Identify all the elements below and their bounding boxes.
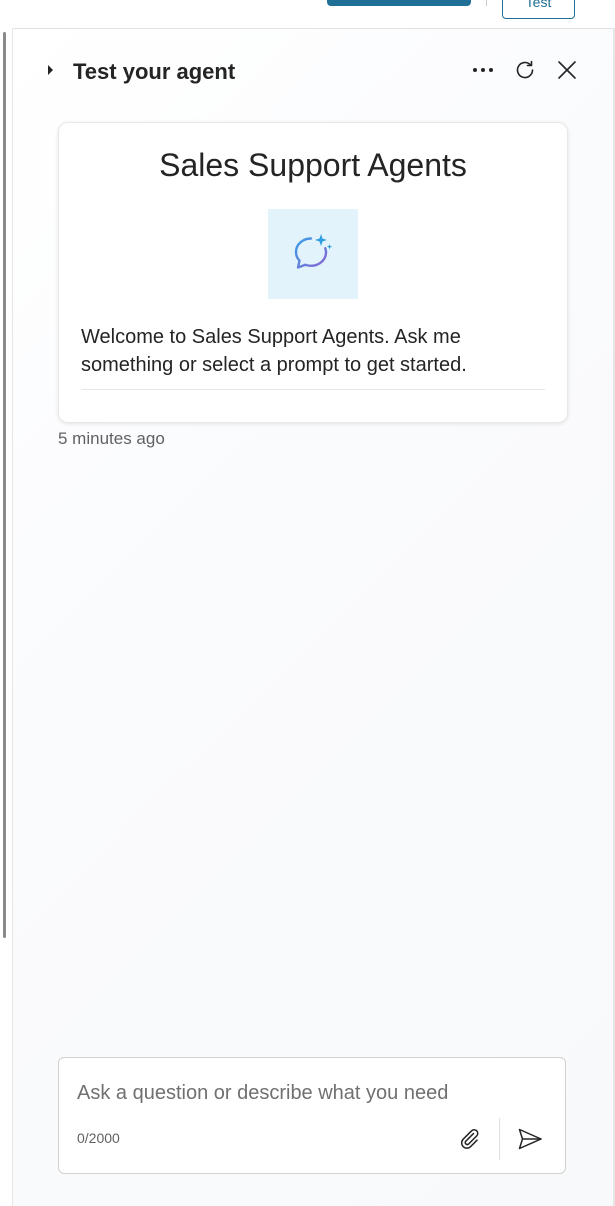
close-button[interactable]	[554, 57, 580, 83]
caret-right-icon[interactable]	[48, 65, 53, 75]
panel-title: Test your agent	[73, 59, 236, 84]
left-scrollbar[interactable]	[0, 28, 13, 1206]
refresh-icon	[516, 60, 534, 79]
test-button[interactable]: Test	[502, 0, 575, 19]
refresh-button[interactable]	[512, 57, 538, 83]
send-button[interactable]	[515, 1124, 545, 1154]
send-icon	[518, 1128, 542, 1150]
top-toolbar: Test	[0, 0, 615, 29]
welcome-card: Sales Support Agents Welcome to Sales Su…	[58, 122, 568, 423]
more-options-button[interactable]	[470, 57, 496, 83]
chat-sparkle-icon	[294, 234, 333, 269]
paperclip-icon	[460, 1129, 479, 1149]
attach-button[interactable]	[455, 1124, 485, 1154]
scrollbar-thumb[interactable]	[3, 32, 6, 938]
agent-avatar	[268, 209, 358, 299]
message-timestamp: 5 minutes ago	[58, 429, 165, 448]
more-horizontal-icon	[473, 68, 493, 72]
primary-action-button[interactable]	[327, 0, 471, 6]
chat-composer: 0/2000	[58, 1057, 566, 1174]
chat-input[interactable]	[77, 1078, 547, 1108]
test-agent-panel: Test your agent Sales Support Agents Wel…	[13, 29, 613, 1206]
test-button-label: Test	[525, 0, 552, 10]
card-divider	[81, 389, 545, 390]
welcome-message: Welcome to Sales Support Agents. Ask me …	[81, 326, 467, 376]
character-count: 0/2000	[77, 1130, 120, 1146]
close-icon	[558, 61, 576, 79]
toolbar-divider	[486, 0, 487, 6]
panel-header: Test your agent	[13, 29, 613, 115]
agent-name: Sales Support Agents	[159, 147, 467, 183]
composer-divider	[499, 1118, 500, 1160]
